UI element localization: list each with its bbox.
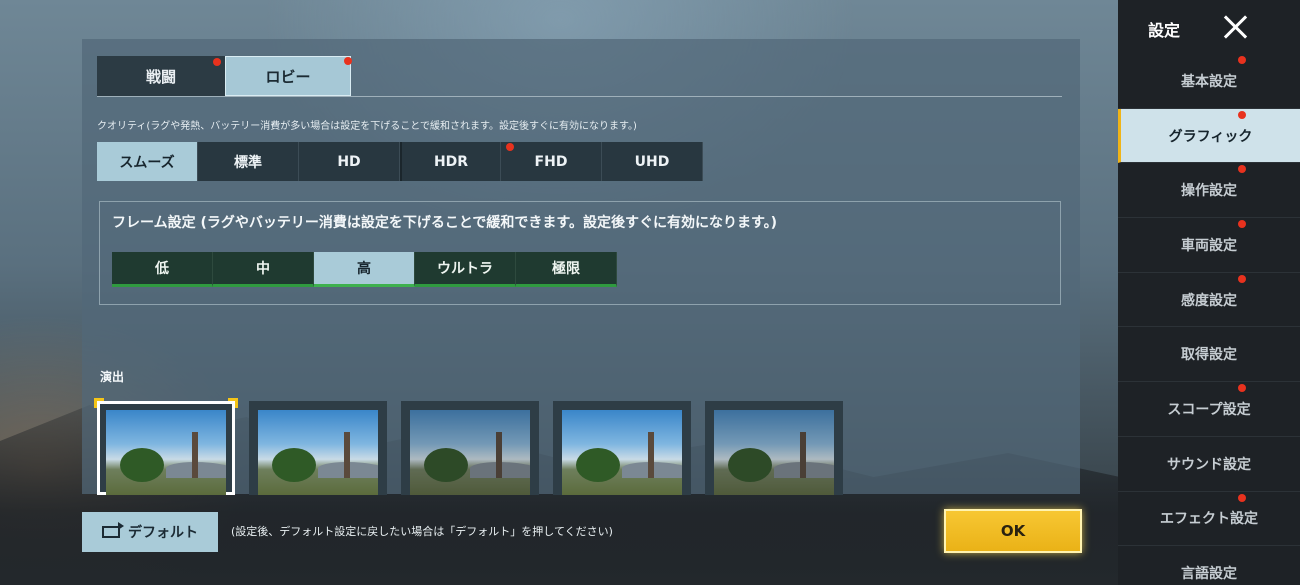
quality-option-hdr[interactable]: HDR xyxy=(400,142,501,181)
tab-lobby[interactable]: ロビー xyxy=(225,56,352,96)
sidebar-item-controls[interactable]: 操作設定 xyxy=(1118,163,1300,219)
notification-dot xyxy=(213,58,221,66)
landscape-preview-image xyxy=(562,410,682,495)
sidebar-item-scope[interactable]: スコープ設定 xyxy=(1118,382,1300,437)
default-note: (設定後、デフォルト設定に戻したい場合は「デフォルト」を押してください) xyxy=(231,525,613,538)
notification-dot xyxy=(1238,384,1246,393)
sidebar-item-label: サウンド設定 xyxy=(1167,456,1251,473)
quality-option-fhd-label: FHD xyxy=(534,153,568,170)
landscape-preview-image xyxy=(106,410,226,495)
frame-selector: 低 中 高 ウルトラ 極限 xyxy=(112,252,617,287)
effects-thumbnails xyxy=(94,398,843,495)
effect-thumbnail-1[interactable] xyxy=(94,398,238,495)
sidebar-item-label: エフェクト設定 xyxy=(1160,511,1258,528)
sidebar-item-pickup[interactable]: 取得設定 xyxy=(1118,327,1300,383)
sidebar-item-effects[interactable]: エフェクト設定 xyxy=(1118,492,1300,547)
notification-dot xyxy=(1238,110,1246,119)
frame-settings-title: フレーム設定 (ラグやバッテリー消費は設定を下げることで緩和できます。設定後すぐ… xyxy=(112,215,778,231)
sidebar-title: 設定 xyxy=(1148,21,1181,40)
notification-dot xyxy=(344,57,352,65)
notification-dot xyxy=(1238,56,1246,64)
notification-dot xyxy=(1238,165,1246,174)
notification-dot xyxy=(1238,274,1246,283)
quality-selector: スムーズ 標準 HD HDR FHD UHD xyxy=(97,142,703,181)
effects-label: 演出 xyxy=(100,370,125,384)
default-button-label: デフォルト xyxy=(128,525,198,541)
effect-thumbnail-3[interactable] xyxy=(401,401,539,495)
tab-battle-label: 戦闘 xyxy=(145,67,176,86)
frame-option-extreme[interactable]: 極限 xyxy=(516,252,617,287)
sidebar-item-basic[interactable]: 基本設定 xyxy=(1118,54,1300,109)
quality-note: クオリティ(ラグや発熱、バッテリー消費が多い場合は設定を下げることで緩和されます… xyxy=(97,121,637,132)
top-tabs: 戦闘 ロビー xyxy=(97,56,352,96)
effect-thumbnail-2[interactable] xyxy=(249,401,387,495)
sidebar-item-sensitivity[interactable]: 感度設定 xyxy=(1118,273,1300,328)
sidebar-menu: 基本設定 グラフィック 操作設定 車両設定 感度設定 取得設定 スコープ設定 サ… xyxy=(1118,54,1300,585)
settings-sidebar: 設定 基本設定 グラフィック 操作設定 車両設定 感度設定 取得設定 スコープ設… xyxy=(1118,0,1300,585)
quality-option-fhd[interactable]: FHD xyxy=(501,142,602,181)
close-icon[interactable] xyxy=(1218,12,1254,42)
selection-corner xyxy=(94,398,104,408)
sidebar-item-label: 基本設定 xyxy=(1181,73,1237,90)
sidebar-item-label: 操作設定 xyxy=(1181,183,1237,200)
sidebar-item-label: スコープ設定 xyxy=(1167,401,1251,418)
quality-option-smooth[interactable]: スムーズ xyxy=(97,142,198,181)
effect-thumbnail-5[interactable] xyxy=(705,401,843,495)
ok-button[interactable]: OK xyxy=(944,509,1082,553)
sidebar-item-label: 車両設定 xyxy=(1181,237,1237,254)
tab-divider xyxy=(97,96,1062,97)
frame-option-ultra[interactable]: ウルトラ xyxy=(415,252,516,287)
notification-dot xyxy=(506,143,514,151)
landscape-preview-image xyxy=(714,410,834,495)
sidebar-item-label: 言語設定 xyxy=(1181,566,1237,583)
tab-lobby-label: ロビー xyxy=(265,67,311,86)
default-button[interactable]: デフォルト xyxy=(82,512,218,552)
tab-battle[interactable]: 戦闘 xyxy=(97,56,225,96)
quality-option-uhd[interactable]: UHD xyxy=(602,142,703,181)
frame-option-high[interactable]: 高 xyxy=(314,252,415,287)
notification-dot xyxy=(1238,220,1246,229)
sidebar-item-graphics[interactable]: グラフィック xyxy=(1118,108,1300,164)
notification-dot xyxy=(1238,493,1246,502)
sidebar-item-label: 感度設定 xyxy=(1181,292,1237,309)
effect-thumbnail-4[interactable] xyxy=(553,401,691,495)
frame-option-medium[interactable]: 中 xyxy=(213,252,314,287)
reset-icon xyxy=(102,522,124,538)
landscape-preview-image xyxy=(410,410,530,495)
sidebar-item-vehicle[interactable]: 車両設定 xyxy=(1118,218,1300,273)
frame-option-low[interactable]: 低 xyxy=(112,252,213,287)
sidebar-item-sound[interactable]: サウンド設定 xyxy=(1118,437,1300,492)
quality-option-standard[interactable]: 標準 xyxy=(198,142,299,181)
frame-settings-box: フレーム設定 (ラグやバッテリー消費は設定を下げることで緩和できます。設定後すぐ… xyxy=(99,201,1061,305)
sidebar-item-language[interactable]: 言語設定 xyxy=(1118,546,1300,585)
sidebar-item-label: 取得設定 xyxy=(1181,347,1237,364)
quality-option-hd[interactable]: HD xyxy=(299,142,400,181)
settings-panel: 戦闘 ロビー クオリティ(ラグや発熱、バッテリー消費が多い場合は設定を下げること… xyxy=(82,39,1080,495)
selection-corner xyxy=(228,398,238,408)
landscape-preview-image xyxy=(258,410,378,495)
sidebar-item-label: グラフィック xyxy=(1168,128,1253,145)
